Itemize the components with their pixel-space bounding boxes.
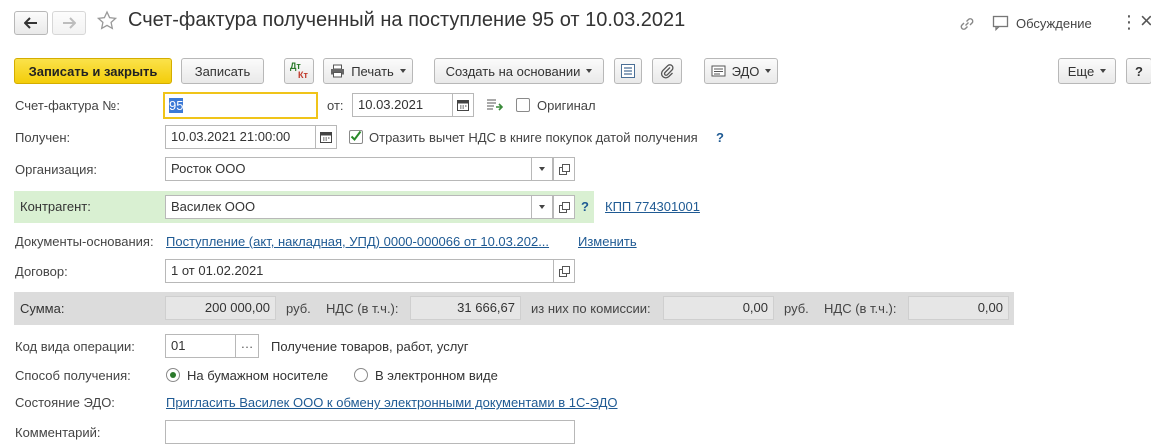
- structure-button[interactable]: [614, 58, 642, 84]
- organization-label: Организация:: [15, 162, 98, 177]
- more-button[interactable]: Еще: [1058, 58, 1116, 84]
- document-structure-icon: [621, 64, 635, 78]
- chevron-down-icon: [539, 167, 545, 171]
- dt-kt-icon: Дт Кт: [290, 61, 308, 80]
- link-icon[interactable]: [958, 15, 976, 36]
- invoice-date-from-label: от:: [327, 98, 344, 113]
- receipt-method-label: Способ получения:: [15, 368, 131, 383]
- save-button[interactable]: Записать: [181, 58, 264, 84]
- commission-currency: руб.: [784, 301, 809, 316]
- sum-label: Сумма:: [20, 301, 65, 316]
- arrow-right-icon: [63, 17, 76, 29]
- chevron-down-icon: [1100, 69, 1107, 73]
- chevron-down-icon: [765, 69, 772, 73]
- back-button[interactable]: [14, 11, 48, 35]
- contract-open-button[interactable]: [553, 259, 575, 283]
- more-label: Еще: [1067, 63, 1095, 79]
- commission-sum-field: 0,00: [663, 296, 774, 320]
- receipt-paper-radio[interactable]: [166, 368, 180, 382]
- received-datetime-field[interactable]: 10.03.2021 21:00:00: [165, 125, 316, 149]
- edo-invite-link[interactable]: Пригласить Василек ООО к обмену электрон…: [166, 395, 618, 410]
- forward-button[interactable]: [52, 11, 86, 35]
- vat-field: 31 666,67: [410, 296, 521, 320]
- invoice-number-value: 95: [169, 98, 184, 113]
- operation-code-field[interactable]: 01: [165, 334, 236, 358]
- chat-icon: [992, 15, 1009, 31]
- vat-deduction-checkbox[interactable]: [349, 130, 363, 144]
- edo-icon: [711, 65, 726, 77]
- printer-icon: [331, 64, 345, 78]
- close-icon[interactable]: ×: [1140, 8, 1151, 34]
- calendar-icon: [320, 132, 332, 143]
- invoice-number-field[interactable]: 95: [163, 92, 318, 119]
- vat-deduction-label: Отразить вычет НДС в книге покупок датой…: [369, 130, 698, 145]
- chevron-down-icon: [539, 205, 545, 209]
- discussion-label: Обсуждение: [1016, 15, 1092, 31]
- operation-code-label: Код вида операции:: [15, 339, 135, 354]
- invoice-date-field[interactable]: 10.03.2021: [352, 93, 453, 117]
- sum-field: 200 000,00: [165, 296, 276, 320]
- commission-vat-label: НДС (в т.ч.):: [824, 301, 897, 316]
- original-label: Оригинал: [537, 98, 596, 113]
- vat-label: НДС (в т.ч.):: [326, 301, 399, 316]
- arrow-left-icon: [24, 17, 37, 29]
- counterparty-open-button[interactable]: [553, 195, 575, 219]
- contract-field[interactable]: 1 от 01.02.2021: [165, 259, 554, 283]
- vat-deduction-help-icon[interactable]: ?: [716, 130, 724, 145]
- sum-currency: руб.: [286, 301, 311, 316]
- discussion-button[interactable]: Обсуждение: [992, 15, 1092, 31]
- received-label: Получен:: [15, 130, 71, 145]
- create-based-on-button[interactable]: Создать на основании: [434, 58, 604, 84]
- window-title: Счет-фактура полученный на поступление 9…: [128, 9, 686, 31]
- help-button[interactable]: ?: [1126, 58, 1151, 84]
- paperclip-icon: [660, 64, 674, 79]
- open-window-icon: [558, 265, 570, 277]
- more-menu-icon[interactable]: ⋮: [1120, 12, 1138, 33]
- chevron-down-icon: [399, 69, 406, 73]
- base-documents-label: Документы-основания:: [15, 234, 154, 249]
- received-calendar-button[interactable]: [315, 125, 337, 149]
- favorite-star-icon[interactable]: [96, 10, 118, 35]
- counterparty-dropdown-button[interactable]: [531, 195, 553, 219]
- organization-dropdown-button[interactable]: [531, 157, 553, 181]
- create-based-on-label: Создать на основании: [445, 63, 581, 79]
- attachments-button[interactable]: [652, 58, 682, 84]
- counterparty-help-icon[interactable]: ?: [581, 199, 589, 214]
- print-label: Печать: [351, 63, 394, 79]
- base-documents-link[interactable]: Поступление (акт, накладная, УПД) 0000-0…: [166, 234, 549, 249]
- kpp-link[interactable]: КПП 774301001: [605, 199, 700, 214]
- contract-label: Договор:: [15, 264, 68, 279]
- edo-state-label: Состояние ЭДО:: [15, 395, 115, 410]
- comment-label: Комментарий:: [15, 425, 101, 440]
- edo-button[interactable]: ЭДО: [704, 58, 778, 84]
- receipt-paper-label: На бумажном носителе: [187, 368, 329, 383]
- open-window-icon: [558, 201, 570, 213]
- invoice-date-calendar-button[interactable]: [452, 93, 474, 117]
- receipt-electronic-label: В электронном виде: [375, 368, 498, 383]
- calendar-icon: [457, 100, 469, 111]
- change-link[interactable]: Изменить: [578, 234, 637, 249]
- comment-field[interactable]: [165, 420, 575, 444]
- counterparty-label: Контрагент:: [20, 199, 91, 214]
- save-and-close-button[interactable]: Записать и закрыть: [14, 58, 172, 84]
- invoice-number-label: Счет-фактура №:: [15, 98, 120, 113]
- commission-label: из них по комиссии:: [531, 301, 651, 316]
- checkmark-icon: [350, 130, 362, 142]
- edo-label: ЭДО: [731, 63, 760, 79]
- open-window-icon: [558, 163, 570, 175]
- commission-vat-field: 0,00: [908, 296, 1009, 320]
- organization-open-button[interactable]: [553, 157, 575, 181]
- counterparty-field[interactable]: Василек ООО: [165, 195, 554, 219]
- document-arrow-icon[interactable]: [486, 97, 504, 116]
- dt-kt-button[interactable]: Дт Кт: [284, 58, 314, 84]
- print-button[interactable]: Печать: [323, 58, 413, 84]
- original-checkbox[interactable]: [516, 98, 530, 112]
- operation-code-select-button[interactable]: …: [235, 334, 259, 358]
- organization-field[interactable]: Росток ООО: [165, 157, 554, 181]
- chevron-down-icon: [586, 69, 593, 73]
- receipt-electronic-radio[interactable]: [354, 368, 368, 382]
- operation-code-description: Получение товаров, работ, услуг: [271, 339, 469, 354]
